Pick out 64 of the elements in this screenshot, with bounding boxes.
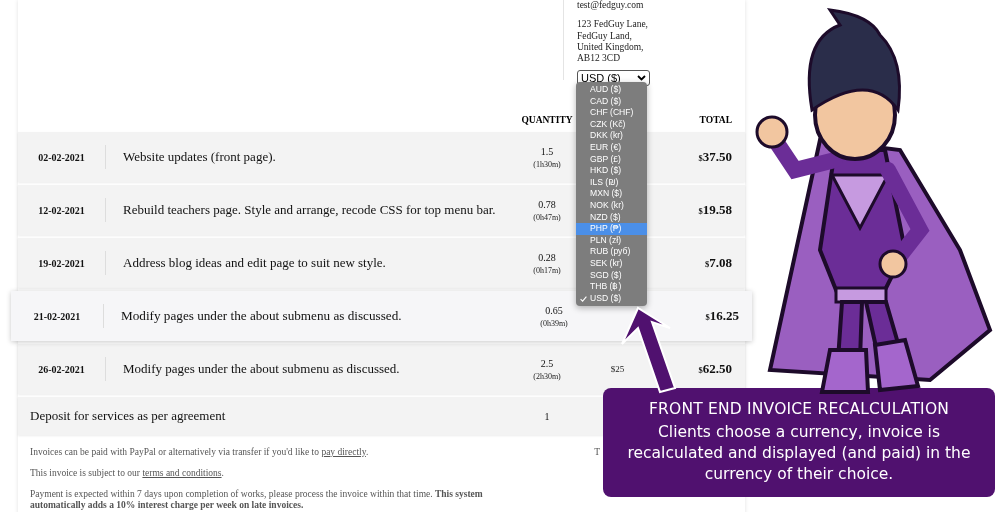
- description-text: Website updates (front page).: [122, 149, 277, 165]
- footer-paragraph: This invoice is subject to our terms and conditions.: [30, 468, 225, 479]
- chevron-icon: [637, 75, 646, 82]
- address-line: United Kingdom,: [577, 41, 645, 54]
- currency-option[interactable]: PHP (₱): [576, 223, 647, 235]
- currency-option[interactable]: RUB (руб): [576, 246, 647, 258]
- currency-option[interactable]: USD ($): [576, 292, 647, 305]
- footer-side-text: T: [594, 447, 600, 459]
- date-cell: 02-02-2021: [18, 145, 106, 169]
- quantity-text: 0.28: [538, 251, 556, 263]
- footer-link[interactable]: pay directly: [321, 447, 366, 457]
- date-cell: 12-02-2021: [18, 198, 106, 222]
- callout-text: Clients choose a currency, invoice is recalculated and displayed (and paid) in the currency of their choice.: [626, 422, 972, 485]
- quantity-text: 0.78: [538, 198, 556, 210]
- date-cell: 26-02-2021: [18, 357, 106, 381]
- address-line: AB12 3CD: [577, 53, 622, 65]
- column-header: TOTAL: [698, 115, 732, 125]
- total-amount: $19.58: [698, 202, 732, 217]
- checkmark-icon: [580, 295, 587, 302]
- description-text: Deposit for services as per agreement: [29, 408, 227, 424]
- currency-option[interactable]: GBP (£): [576, 153, 647, 166]
- currency-option[interactable]: AUD ($): [576, 84, 647, 96]
- currency-option[interactable]: HKD ($): [576, 165, 647, 177]
- rate-text: $25: [610, 364, 625, 374]
- currency-option[interactable]: THB (฿): [576, 281, 647, 293]
- quantity-text: 0.65: [545, 304, 563, 316]
- quantity-text: 1.5: [540, 145, 554, 157]
- duration-text: (0h39m): [540, 318, 568, 328]
- callout-title: FRONT END INVOICE RECALCULATION: [648, 400, 950, 418]
- currency-option[interactable]: SEK (kr): [576, 257, 647, 270]
- date-cell: 19-02-2021: [18, 251, 106, 275]
- description-text: Modify pages under the about submenu as discussed.: [122, 361, 401, 377]
- total-amount: $62.50: [698, 361, 732, 376]
- currency-option[interactable]: CHF (CHF): [576, 107, 647, 119]
- contact-email: test@fedguy.com: [577, 0, 645, 12]
- date-cell: 21-02-2021: [11, 304, 104, 328]
- address-line: FedGuy Land,: [577, 30, 633, 42]
- currency-option[interactable]: CZK (Kč): [576, 118, 647, 131]
- total-amount: $7.08: [705, 255, 732, 270]
- footer-paragraph: Payment is expected within 7 days upon completion of works, please process the invoice within that time. This system automatically adds a 10% interest charge per week on late invoices.: [30, 489, 484, 511]
- currency-option[interactable]: ILS (₪): [576, 176, 647, 189]
- quantity-text: 1: [544, 410, 550, 422]
- quantity-text: 2.5: [540, 357, 554, 369]
- footer-link[interactable]: terms and conditions: [142, 468, 222, 478]
- currency-option[interactable]: EUR (€): [576, 141, 647, 154]
- currency-option[interactable]: DKK (kr): [576, 130, 647, 142]
- total-amount: $37.50: [698, 149, 732, 164]
- description-text: Rebuild teachers page. Style and arrange, recode CSS for top menu bar.: [122, 202, 497, 218]
- currency-option[interactable]: CAD ($): [576, 95, 647, 108]
- duration-text: (0h17m): [533, 265, 561, 275]
- duration-text: (0h47m): [533, 212, 561, 222]
- duration-text: (1h30m): [533, 159, 561, 169]
- description-text: Modify pages under the about submenu as discussed.: [120, 308, 403, 324]
- currency-option[interactable]: NZD ($): [576, 211, 647, 224]
- address-line: 123 FedGuy Lane,: [577, 19, 649, 31]
- duration-text: (2h30m): [533, 371, 561, 381]
- total-amount: $16.25: [705, 308, 739, 323]
- currency-option[interactable]: SGD ($): [576, 269, 647, 282]
- footer-paragraph: Invoices can be paid with PayPal or alternatively via transfer if you'd like to pay directly.: [30, 447, 370, 458]
- description-text: Address blog ideas and edit page to suit new style.: [122, 255, 387, 271]
- column-header: QUANTITY: [520, 115, 574, 125]
- currency-option[interactable]: MXN ($): [576, 188, 647, 200]
- currency-option[interactable]: PLN (zł): [576, 234, 647, 247]
- currency-option[interactable]: NOK (kr): [576, 199, 647, 212]
